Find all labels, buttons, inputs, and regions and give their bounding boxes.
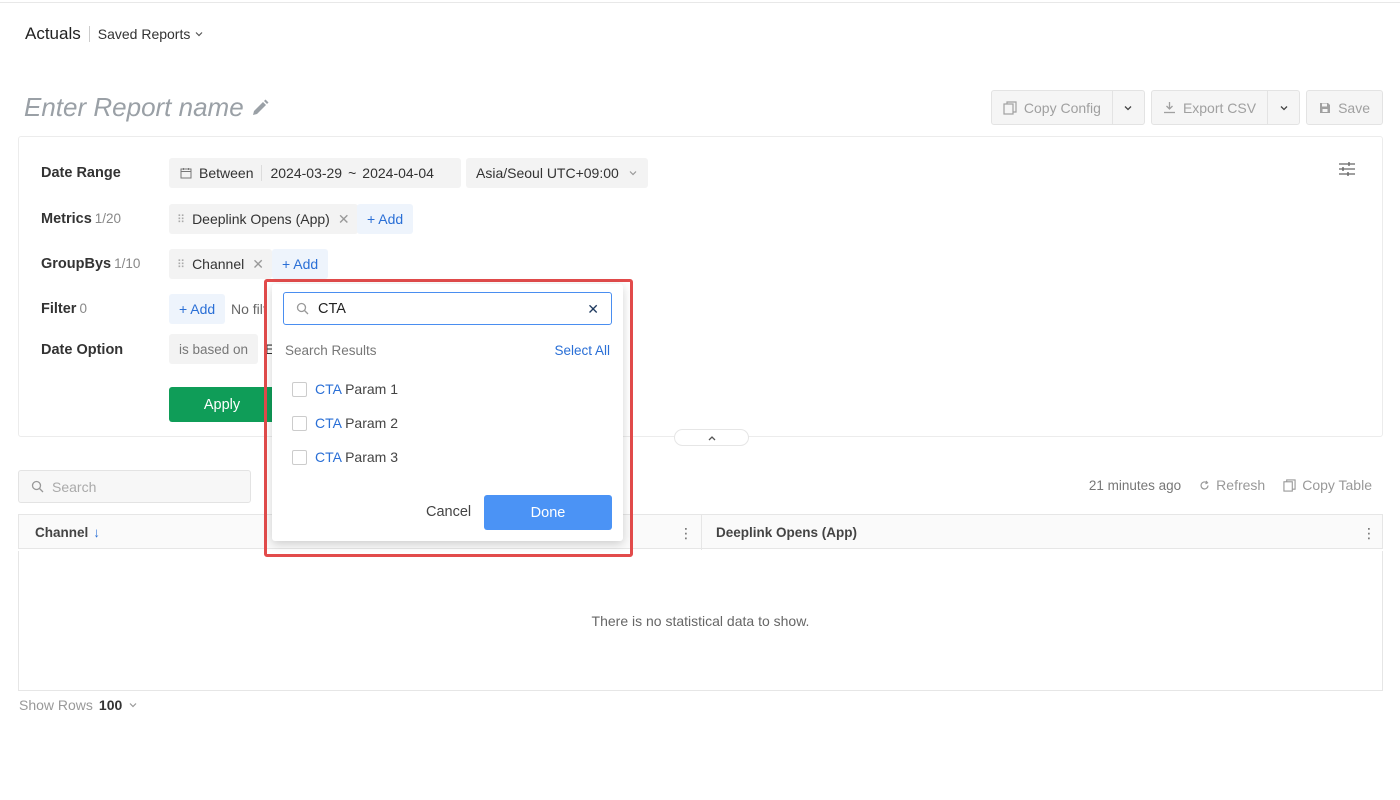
chevron-down-icon	[195, 32, 203, 37]
export-csv-label: Export CSV	[1182, 99, 1257, 116]
add-filter-button[interactable]: + Add	[169, 294, 226, 324]
save-button[interactable]: Save	[1306, 90, 1383, 125]
add-groupby-button[interactable]: + Add	[272, 249, 329, 279]
saved-reports-label: Saved Reports	[97, 26, 191, 42]
column-menu-icon[interactable]: ⋮	[679, 525, 693, 542]
column-header-deeplink-opens[interactable]: Deeplink Opens (App)	[716, 515, 857, 550]
breadcrumb: Actuals Saved Reports	[25, 24, 204, 44]
filter-label: Filter 0	[41, 301, 87, 317]
groupby-chip[interactable]: ⠿ Channel ✕	[169, 249, 272, 279]
refresh-icon	[1200, 480, 1209, 489]
download-icon	[1163, 102, 1175, 114]
search-icon	[296, 302, 309, 315]
timezone-value: Asia/Seoul UTC+09:00	[476, 165, 619, 181]
option-item[interactable]: CTA Param 3	[292, 449, 398, 465]
table-search-input[interactable]	[52, 478, 232, 495]
export-csv-dropdown[interactable]	[1267, 91, 1299, 124]
breadcrumb-divider	[88, 26, 90, 42]
copy-table-button[interactable]: Copy Table	[1283, 477, 1372, 493]
metrics-label: Metrics 1/20	[41, 211, 122, 227]
save-icon	[1320, 102, 1331, 113]
search-results-label: Search Results	[285, 343, 377, 358]
saved-reports-dropdown[interactable]: Saved Reports	[98, 26, 205, 42]
date-range-start: 2024-03-29	[270, 165, 343, 181]
done-button[interactable]: Done	[484, 495, 612, 530]
chevron-down-icon	[1124, 105, 1132, 110]
show-rows-value: 100	[98, 697, 123, 713]
table-meta: 21 minutes ago Refresh Copy Table	[1089, 477, 1372, 493]
groupby-search-popover: ✕ Search Results Select All CTA Param 1 …	[272, 284, 623, 541]
option-checkbox[interactable]	[292, 449, 307, 465]
option-item[interactable]: CTA Param 1	[292, 381, 398, 397]
metric-chip-label: Deeplink Opens (App)	[192, 211, 330, 227]
refresh-label: Refresh	[1216, 477, 1266, 493]
copy-config-button[interactable]: Copy Config	[992, 91, 1112, 124]
table-empty-state: There is no statistical data to show.	[18, 551, 1383, 691]
chevron-up-icon	[708, 435, 715, 440]
sliders-icon[interactable]	[1338, 161, 1356, 177]
calendar-icon	[180, 168, 192, 179]
option-checkbox[interactable]	[292, 381, 307, 397]
copy-icon	[1003, 100, 1017, 115]
report-toolbar: Copy Config Export CSV Save	[990, 90, 1383, 125]
no-filter-text: No filt	[231, 301, 267, 317]
sort-desc-icon[interactable]: ↓	[93, 525, 100, 540]
chevron-down-icon	[1280, 105, 1288, 110]
date-range-end: 2024-04-04	[362, 165, 434, 181]
drag-handle-icon[interactable]: ⠿	[177, 213, 185, 226]
date-option-based-on: is based on	[169, 334, 259, 364]
copy-table-label: Copy Table	[1302, 477, 1372, 493]
date-range-picker[interactable]: Between 2024-03-29 ~ 2024-04-04	[169, 158, 461, 188]
report-name-input[interactable]: Enter Report name	[24, 92, 270, 123]
copy-config-label: Copy Config	[1023, 99, 1101, 116]
groupby-chip-label: Channel	[192, 256, 245, 272]
chevron-down-icon	[129, 703, 137, 708]
refresh-button[interactable]: Refresh	[1199, 477, 1265, 493]
report-name-placeholder: Enter Report name	[24, 92, 244, 122]
timezone-select[interactable]: Asia/Seoul UTC+09:00	[466, 158, 648, 188]
column-header-channel[interactable]: Channel ↓	[35, 515, 100, 550]
remove-icon[interactable]: ✕	[252, 256, 264, 273]
export-csv-button[interactable]: Export CSV	[1152, 91, 1267, 124]
date-range-label: Date Range	[41, 165, 121, 181]
date-option-label: Date Option	[41, 342, 124, 358]
table-header: Channel ↓ ⋮ Deeplink Opens (App) ⋮	[18, 514, 1383, 550]
column-divider	[701, 515, 702, 550]
top-border	[0, 2, 1400, 3]
copy-icon	[1283, 478, 1296, 492]
export-csv-group: Export CSV	[1150, 90, 1301, 125]
date-range-tilde: ~	[348, 165, 357, 181]
cancel-button[interactable]: Cancel	[426, 504, 471, 520]
option-checkbox[interactable]	[292, 415, 307, 431]
show-rows-label: Show Rows	[19, 697, 93, 713]
search-icon	[31, 480, 44, 493]
popover-search-input[interactable]	[318, 300, 568, 317]
show-rows-select[interactable]: Show Rows 100	[19, 697, 138, 713]
updated-timestamp: 21 minutes ago	[1088, 477, 1182, 493]
copy-config-dropdown[interactable]	[1111, 91, 1144, 124]
option-item[interactable]: CTA Param 2	[292, 415, 398, 431]
collapse-panel-toggle[interactable]	[674, 429, 749, 446]
save-label: Save	[1338, 99, 1370, 116]
date-range-divider	[261, 165, 263, 181]
column-menu-icon[interactable]: ⋮	[1362, 525, 1376, 542]
remove-icon[interactable]: ✕	[338, 211, 350, 228]
chevron-down-icon	[629, 171, 637, 176]
apply-button[interactable]: Apply	[169, 387, 275, 422]
drag-handle-icon[interactable]: ⠿	[177, 258, 185, 271]
table-search	[18, 470, 251, 503]
empty-message: There is no statistical data to show.	[591, 612, 810, 629]
report-config-panel: Date Range Between 2024-03-29 ~ 2024-04-…	[18, 136, 1383, 446]
copy-config-group: Copy Config	[990, 90, 1145, 125]
select-all-button[interactable]: Select All	[554, 343, 610, 358]
date-range-mode: Between	[199, 165, 254, 181]
page-title: Actuals	[25, 24, 81, 43]
add-metric-button[interactable]: + Add	[357, 204, 414, 234]
clear-search-icon[interactable]: ✕	[587, 301, 599, 318]
popover-search: ✕	[283, 292, 612, 325]
groupbys-label: GroupBys 1/10	[41, 256, 141, 272]
pencil-icon[interactable]	[250, 98, 270, 118]
metric-chip[interactable]: ⠿ Deeplink Opens (App) ✕	[169, 204, 358, 234]
